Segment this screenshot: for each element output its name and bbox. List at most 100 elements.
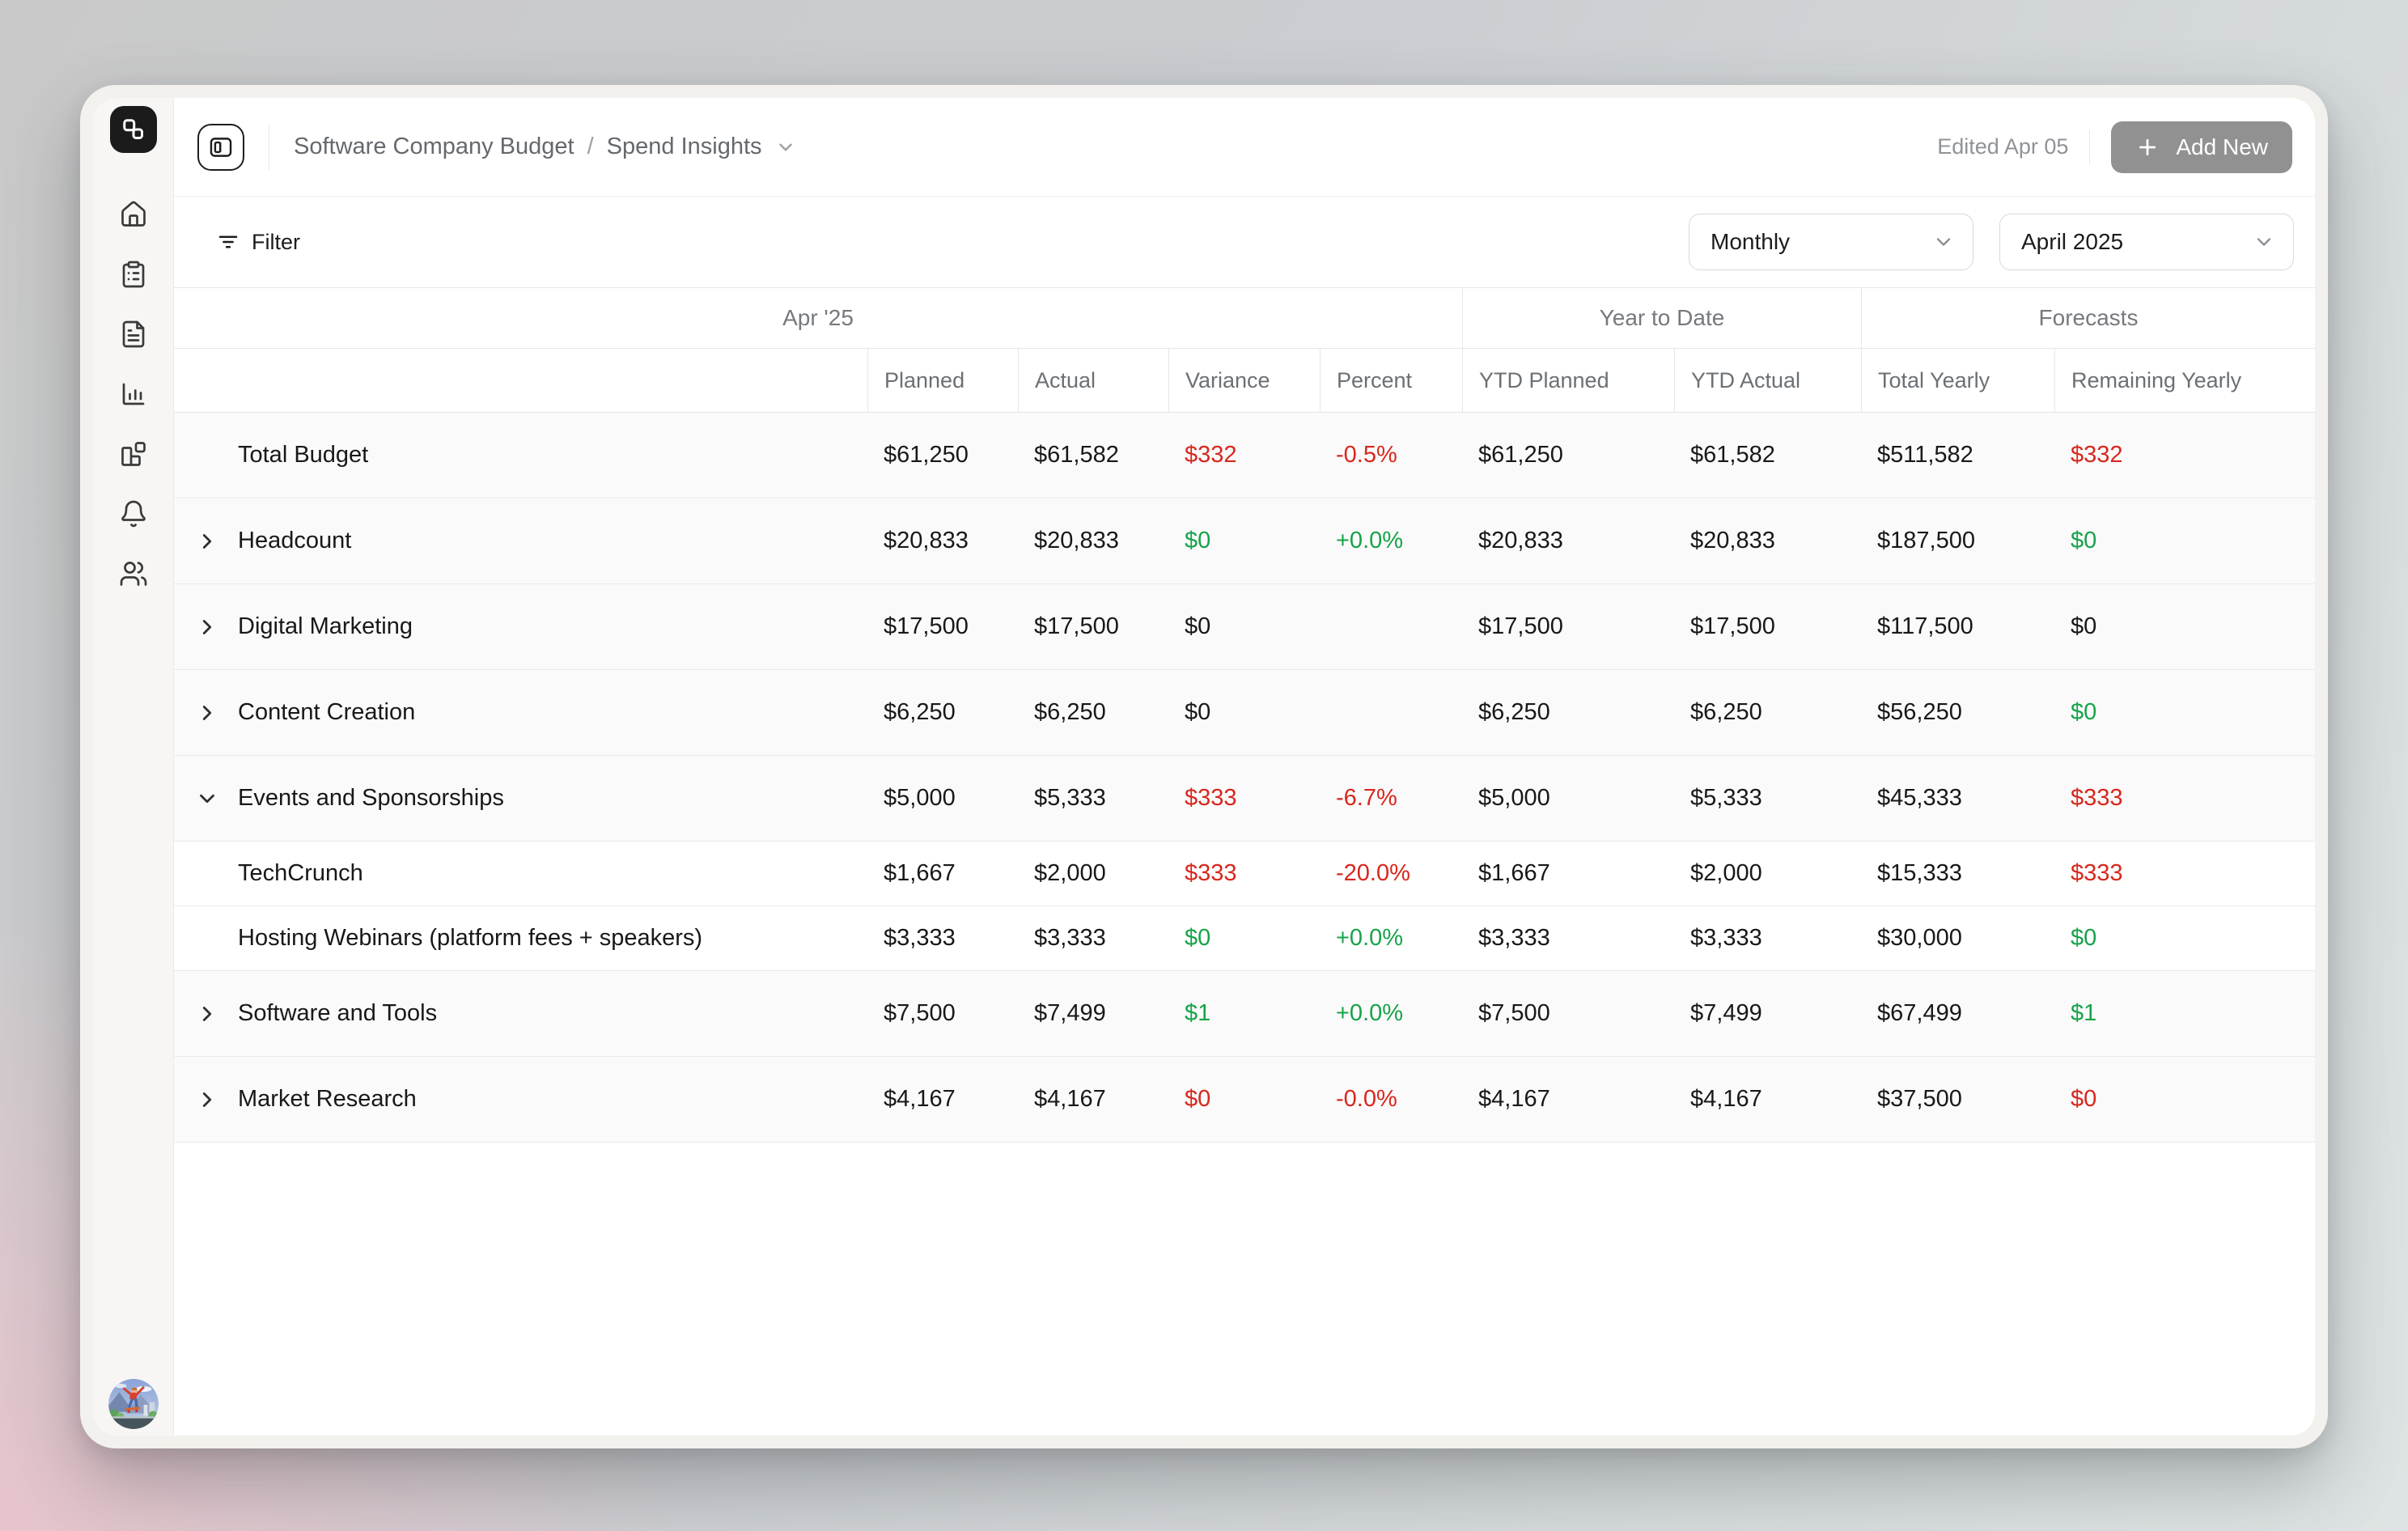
sidebar-item-home[interactable] (119, 200, 148, 229)
cell-percent: -0.5% (1320, 413, 1462, 498)
table-row[interactable]: Total Budget$61,250$61,582$332-0.5%$61,2… (174, 413, 2315, 498)
cell-actual: $7,499 (1018, 971, 1168, 1056)
table-row[interactable]: Digital Marketing$17,500$17,500$0$17,500… (174, 584, 2315, 670)
row-name-cell: Digital Marketing (174, 584, 867, 669)
sidebar-item-documents[interactable] (119, 320, 148, 349)
desktop: { "app": { "breadcrumb": { "root": "Soft… (0, 0, 2408, 1531)
users-icon (119, 559, 148, 588)
user-avatar[interactable] (108, 1379, 159, 1429)
cell-remaining-yearly: $0 (2054, 584, 2315, 669)
cell-total-yearly: $30,000 (1861, 906, 2054, 970)
add-new-button[interactable]: Add New (2111, 121, 2292, 173)
row-name-cell: Total Budget (174, 413, 867, 498)
column-header-percent: Percent (1320, 349, 1462, 412)
breadcrumb-root[interactable]: Software Company Budget (294, 134, 574, 160)
breadcrumb-current[interactable]: Spend Insights (607, 134, 762, 160)
toolbar: Filter Monthly April 2025 (174, 197, 2315, 288)
logo-squares-icon (119, 115, 148, 144)
column-header-planned: Planned (867, 349, 1018, 412)
app-window: Software Company Budget / Spend Insights… (80, 85, 2328, 1448)
granularity-select[interactable]: Monthly (1689, 214, 1973, 270)
table-body: Total Budget$61,250$61,582$332-0.5%$61,2… (174, 413, 2315, 1143)
breadcrumb: Software Company Budget / Spend Insights (294, 134, 796, 160)
column-header-remaining-yearly: Remaining Yearly (2054, 349, 2315, 412)
row-name-cell: Market Research (174, 1057, 867, 1142)
table-row[interactable]: Market Research$4,167$4,167$0-0.0%$4,167… (174, 1057, 2315, 1143)
cell-variance: $1 (1168, 971, 1320, 1056)
expand-chevron-icon[interactable] (195, 1002, 219, 1026)
cell-variance: $332 (1168, 413, 1320, 498)
cell-variance: $0 (1168, 584, 1320, 669)
column-header-ytd-planned: YTD Planned (1462, 349, 1674, 412)
cell-actual: $2,000 (1018, 842, 1168, 905)
expand-chevron-icon[interactable] (195, 1088, 219, 1112)
cell-variance: $0 (1168, 670, 1320, 755)
cell-ytd-actual: $6,250 (1674, 670, 1861, 755)
row-name-cell: Headcount (174, 498, 867, 583)
cell-total-yearly: $187,500 (1861, 498, 2054, 583)
expand-chevron-icon[interactable] (195, 615, 219, 639)
app-window-content: Software Company Budget / Spend Insights… (93, 98, 2315, 1436)
expand-chevron-icon[interactable] (195, 701, 219, 725)
sidebar-item-tasks[interactable] (119, 260, 148, 289)
sidebar-item-notifications[interactable] (119, 499, 148, 528)
cell-total-yearly: $67,499 (1861, 971, 2054, 1056)
cell-ytd-actual: $3,333 (1674, 906, 1861, 970)
cell-actual: $3,333 (1018, 906, 1168, 970)
cell-remaining-yearly: $0 (2054, 670, 2315, 755)
sidebar-nav (119, 200, 148, 588)
month-value: April 2025 (2021, 229, 2123, 255)
cell-actual: $5,333 (1018, 756, 1168, 841)
filter-button[interactable]: Filter (216, 230, 300, 255)
cell-ytd-actual: $17,500 (1674, 584, 1861, 669)
cell-planned: $7,500 (867, 971, 1018, 1056)
cell-planned: $61,250 (867, 413, 1018, 498)
cell-variance: $333 (1168, 756, 1320, 841)
sidebar-toggle-button[interactable] (197, 124, 244, 171)
cell-planned: $17,500 (867, 584, 1018, 669)
cell-ytd-planned: $4,167 (1462, 1057, 1674, 1142)
table-row[interactable]: Content Creation$6,250$6,250$0$6,250$6,2… (174, 670, 2315, 756)
row-label: TechCrunch (238, 860, 363, 887)
sidebar (93, 98, 174, 1436)
month-select[interactable]: April 2025 (1999, 214, 2294, 270)
cell-variance: $0 (1168, 906, 1320, 970)
sidebar-item-apps[interactable] (119, 439, 148, 469)
table-row[interactable]: Software and Tools$7,500$7,499$1+0.0%$7,… (174, 971, 2315, 1057)
bell-icon (119, 499, 148, 528)
row-label: Headcount (238, 528, 351, 554)
plus-icon (2135, 135, 2160, 159)
breadcrumb-separator: / (587, 134, 594, 160)
chevron-down-icon[interactable] (775, 137, 796, 158)
filter-icon (216, 230, 240, 254)
sidebar-item-team[interactable] (119, 559, 148, 588)
row-label: Content Creation (238, 699, 415, 726)
divider (2089, 130, 2090, 164)
cell-percent (1320, 584, 1462, 669)
group-header-current-month: Apr '25 (174, 288, 1462, 348)
table-row[interactable]: Events and Sponsorships$5,000$5,333$333-… (174, 756, 2315, 842)
cell-ytd-actual: $2,000 (1674, 842, 1861, 905)
cell-planned: $3,333 (867, 906, 1018, 970)
cell-actual: $4,167 (1018, 1057, 1168, 1142)
cell-remaining-yearly: $333 (2054, 756, 2315, 841)
table-row[interactable]: Headcount$20,833$20,833$0+0.0%$20,833$20… (174, 498, 2315, 584)
row-label: Digital Marketing (238, 613, 413, 640)
sidebar-item-reports[interactable] (119, 380, 148, 409)
panel-left-icon (207, 134, 235, 161)
table-row[interactable]: TechCrunch$1,667$2,000$333-20.0%$1,667$2… (174, 842, 2315, 906)
cell-ytd-planned: $6,250 (1462, 670, 1674, 755)
cell-variance: $0 (1168, 498, 1320, 583)
row-name-cell: Hosting Webinars (platform fees + speake… (174, 906, 867, 970)
column-header-variance: Variance (1168, 349, 1320, 412)
cell-total-yearly: $45,333 (1861, 756, 2054, 841)
expand-chevron-icon[interactable] (195, 529, 219, 553)
row-name-cell: Software and Tools (174, 971, 867, 1056)
collapse-chevron-icon[interactable] (195, 787, 219, 811)
cell-remaining-yearly: $0 (2054, 1057, 2315, 1142)
table-row[interactable]: Hosting Webinars (platform fees + speake… (174, 906, 2315, 971)
row-label: Events and Sponsorships (238, 785, 504, 812)
table-column-header-row: Planned Actual Variance Percent YTD Plan… (174, 349, 2315, 413)
cell-total-yearly: $511,582 (1861, 413, 2054, 498)
app-logo[interactable] (110, 106, 157, 153)
